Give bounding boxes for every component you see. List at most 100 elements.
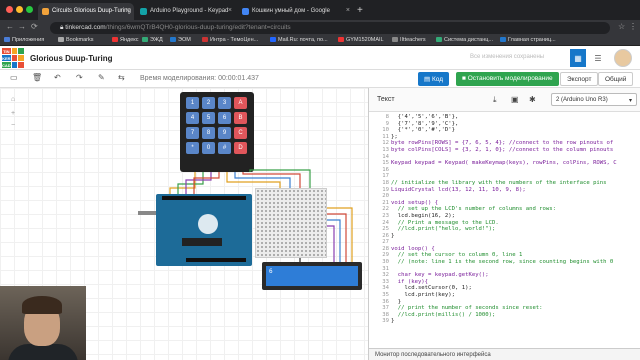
code-line[interactable]: } [391, 233, 640, 240]
code-line[interactable]: void setup() { [391, 200, 640, 207]
code-line[interactable] [391, 239, 640, 246]
maximize-window-icon[interactable] [26, 6, 33, 13]
code-line[interactable]: {'4','5','6','B'}, [391, 114, 640, 121]
wire[interactable] [242, 172, 301, 188]
code-line[interactable]: Keypad keypad = Keypad( makeKeymap(keys)… [391, 160, 640, 167]
minimize-window-icon[interactable] [16, 6, 23, 13]
menu-icon[interactable]: ⋮ [629, 22, 637, 31]
wire[interactable] [327, 213, 347, 262]
wire[interactable] [185, 172, 212, 194]
tab-arduino[interactable]: Arduino Playground - Keypad × [136, 3, 236, 20]
close-tab-icon[interactable]: × [126, 7, 130, 14]
code-line[interactable]: } [391, 299, 640, 306]
line-number: 9 [385, 120, 389, 127]
code-line[interactable]: {'*','0','#','D'} [391, 127, 640, 134]
code-line[interactable]: // initialize the library with the numbe… [391, 180, 640, 187]
serial-monitor-bar[interactable]: Монитор последовательного интерфейса [369, 348, 640, 360]
bookmark-item[interactable]: Система дистанц... [436, 37, 493, 43]
code-line[interactable]: // set the cursor to column 0, line 1 [391, 252, 640, 259]
wire[interactable] [193, 172, 220, 194]
redo-icon[interactable]: ↷ [76, 73, 83, 82]
code-line[interactable] [391, 193, 640, 200]
code-line[interactable] [391, 173, 640, 180]
reload-icon[interactable]: ⟳ [31, 22, 38, 31]
code-line[interactable]: byte rowPins[ROWS] = {7, 6, 5, 4}; //con… [391, 140, 640, 147]
wire[interactable] [177, 172, 204, 194]
upload-icon[interactable]: ▣ [511, 95, 519, 104]
lcd-screen: 6 [266, 266, 358, 286]
bookmark-item[interactable]: Bookmarks [58, 37, 94, 43]
close-tab-icon[interactable]: × [346, 7, 350, 14]
code-line[interactable]: byte colPins[COLS] = {3, 2, 1, 0}; //con… [391, 147, 640, 154]
share-button[interactable]: Общий [598, 72, 634, 86]
code-line[interactable]: //lcd.print("hello, world!"); [391, 226, 640, 233]
note-icon[interactable]: ✎ [98, 73, 105, 82]
back-icon[interactable]: ← [6, 22, 14, 31]
lcd-display[interactable]: 6 [262, 262, 362, 290]
site-icon [202, 37, 208, 42]
star-icon[interactable]: ☆ [618, 22, 625, 31]
bookmark-item[interactable]: Приложения [4, 37, 44, 43]
bookmark-item[interactable]: ЭЖД [142, 37, 163, 43]
delete-icon[interactable]: 🗑︎ [32, 73, 42, 82]
code-line[interactable] [391, 167, 640, 174]
download-icon[interactable]: ⤓ [493, 95, 497, 105]
address-bar[interactable]: 🔒︎ tinkercad.com/things/6wmQTrB4QH0-glor… [50, 22, 610, 34]
code-line[interactable]: char key = keypad.getKey(); [391, 272, 640, 279]
code-line[interactable]: lcd.print(key); [391, 292, 640, 299]
board-select[interactable]: 2 (Arduino Uno R3) ▾ [551, 93, 637, 106]
debug-icon[interactable]: ✱ [529, 95, 536, 104]
code-line[interactable]: // print the number of seconds since res… [391, 305, 640, 312]
tab-label: Circuits Glorious Duup-Turing [52, 8, 131, 14]
code-line[interactable]: // (note: line 1 is the second row, sinc… [391, 259, 640, 266]
code-line[interactable]: //lcd.print(millis() / 1000); [391, 312, 640, 319]
wire[interactable] [327, 225, 335, 262]
flip-icon[interactable]: ⇆ [118, 73, 125, 82]
code-line[interactable] [391, 266, 640, 273]
stop-simulation-button[interactable]: ■ Остановить моделирование [456, 72, 559, 86]
avatar[interactable] [614, 49, 632, 67]
code-line[interactable]: LiquidCrystal lcd(13, 12, 11, 10, 9, 8); [391, 187, 640, 194]
circuit-view-icon[interactable]: ▦ [570, 49, 586, 67]
line-number: 17 [382, 173, 389, 180]
wire[interactable] [169, 172, 196, 194]
bookmark-item[interactable]: Интра - ТемоЦен... [202, 37, 258, 43]
forward-icon[interactable]: → [18, 22, 26, 31]
save-status: Все изменения сохранены [470, 54, 545, 60]
header-pins [162, 196, 246, 200]
code-lines[interactable]: {'4','5','6','B'}, {'7','8','9','C'}, {'… [391, 114, 640, 325]
code-line[interactable]: } [391, 318, 640, 325]
code-line[interactable]: void loop() { [391, 246, 640, 253]
arduino-uno-board[interactable] [156, 194, 252, 266]
rotate-icon[interactable]: ▭ [10, 73, 18, 82]
bookmark-item[interactable]: Mail.Ru: почта, по... [270, 37, 328, 43]
breadboard[interactable] [255, 188, 327, 258]
code-line[interactable]: // set up the LCD's number of columns an… [391, 206, 640, 213]
code-button[interactable]: ▤ Код [418, 72, 450, 86]
project-name[interactable]: Glorious Duup-Turing [30, 54, 113, 63]
tab-google[interactable]: Кошкин умный дом - Google × [238, 3, 354, 20]
new-tab-icon[interactable]: + [357, 5, 363, 16]
bookmark-item[interactable]: GYM1520MAIL [338, 37, 384, 43]
code-editor[interactable]: 8 9 10 11 12 13 14 15 16 17 18 19 20 21 22 23 24 25 26 27 28… [369, 112, 640, 348]
code-line[interactable]: if (key){ [391, 279, 640, 286]
code-line[interactable] [391, 154, 640, 161]
close-window-icon[interactable] [6, 6, 13, 13]
code-line[interactable]: // Print a message to the LCD. [391, 220, 640, 227]
tab-tinkercad[interactable]: Circuits Glorious Duup-Turing × [38, 3, 134, 20]
export-button[interactable]: Экспорт [560, 72, 599, 86]
bookmark-item[interactable]: IItteachers [392, 37, 426, 43]
code-line[interactable]: lcd.setCursor(0, 1); [391, 285, 640, 292]
list-view-icon[interactable]: ☰ [590, 49, 606, 67]
bookmark-item[interactable]: ЭОМ [170, 37, 191, 43]
code-mode-label[interactable]: Текст [377, 96, 395, 103]
code-line[interactable]: lcd.begin(16, 2); [391, 213, 640, 220]
tinkercad-logo[interactable]: TIN KER CAD [2, 48, 24, 68]
line-numbers: 8 9 10 11 12 13 14 15 16 17 18 19 20 21 22 23 24 25 26 27 28… [369, 114, 389, 325]
code-line[interactable]: {'7','8','9','C'}, [391, 121, 640, 128]
bookmark-item[interactable]: Яндекс [112, 37, 139, 43]
undo-icon[interactable]: ↶ [54, 73, 61, 82]
close-tab-icon[interactable]: × [228, 7, 232, 14]
bookmark-item[interactable]: Главная страниц... [500, 37, 556, 43]
code-line[interactable]: }; [391, 134, 640, 141]
